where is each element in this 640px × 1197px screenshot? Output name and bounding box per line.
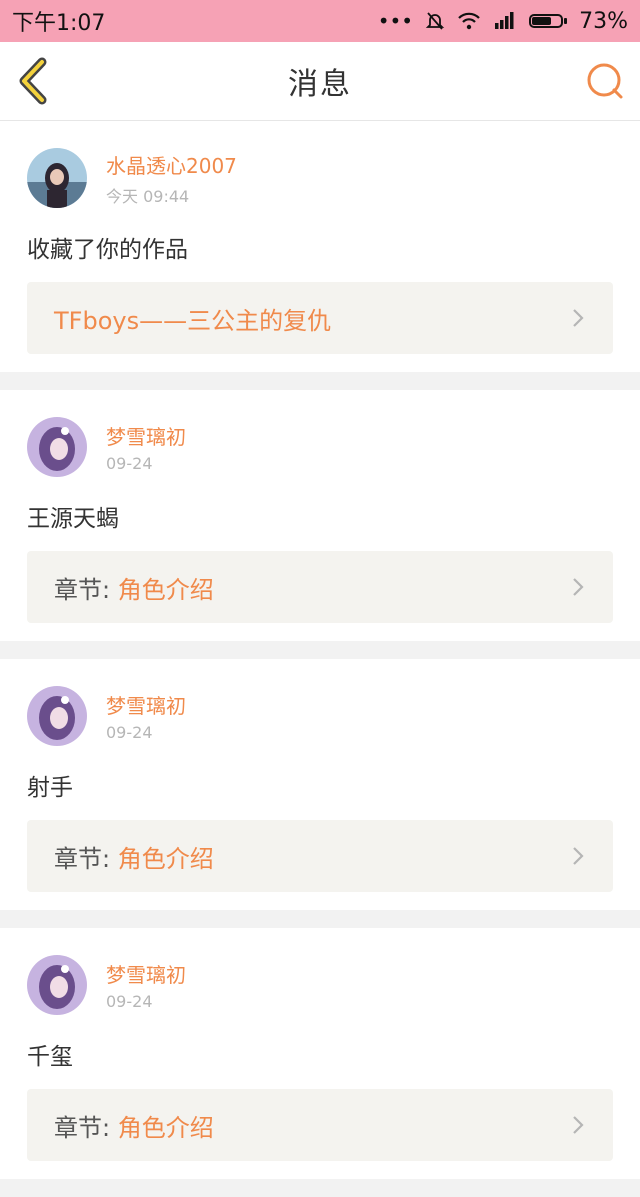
work-prefix: 章节: [54, 1113, 118, 1142]
work-link[interactable]: TFboys——三公主的复仇 [27, 282, 613, 354]
message-time: 09-24 [106, 723, 153, 742]
back-arrow-icon[interactable] [12, 56, 60, 106]
header: 消息 [0, 42, 640, 121]
status-time: 下午1:07 [12, 11, 106, 36]
work-prefix: 章节: [54, 575, 118, 604]
work-link[interactable]: 章节: 角色介绍 [27, 1089, 613, 1161]
user-avatar[interactable] [27, 417, 87, 477]
chevron-right-icon [573, 847, 584, 865]
signal-icon [495, 12, 514, 29]
status-bar: 下午1:07 ••• 73% [0, 0, 640, 42]
message-text: 射手 [27, 775, 73, 801]
bell-off-icon [425, 12, 445, 30]
message-time: 今天 09:44 [106, 186, 190, 206]
work-link[interactable]: 章节: 角色介绍 [27, 551, 613, 623]
page-title: 消息 [288, 67, 352, 102]
message-text: 收藏了你的作品 [27, 237, 188, 263]
work-title: 角色介绍 [117, 575, 214, 604]
username[interactable]: 梦雪璃初 [106, 959, 186, 988]
user-avatar[interactable] [27, 686, 87, 746]
user-avatar[interactable] [27, 148, 87, 208]
chevron-right-icon [573, 309, 584, 327]
message-list: 水晶透心2007 今天 09:44 收藏了你的作品 TFboys——三公主的复仇… [0, 121, 640, 1197]
username[interactable]: 梦雪璃初 [106, 421, 186, 450]
work-prefix: 章节: [54, 844, 118, 873]
message-time: 09-24 [106, 454, 153, 473]
work-title: TFboys——三公主的复仇 [54, 306, 332, 335]
more-dots-icon: ••• [377, 9, 414, 33]
message-card: 梦雪璃初 09-24 射手 章节: 角色介绍 [0, 659, 640, 910]
battery-percent: 73% [579, 8, 628, 34]
message-card: 梦雪璃初 09-24 王源天蝎 章节: 角色介绍 [0, 390, 640, 641]
status-icons: ••• 73% [378, 9, 628, 34]
message-text: 王源天蝎 [27, 506, 119, 532]
chevron-right-icon [573, 578, 584, 596]
username[interactable]: 梦雪璃初 [106, 690, 186, 719]
chevron-right-icon [573, 1116, 584, 1134]
message-time: 09-24 [106, 992, 153, 1011]
work-title: 角色介绍 [117, 1113, 214, 1142]
message-card: 水晶透心2007 今天 09:44 收藏了你的作品 TFboys——三公主的复仇 [0, 121, 640, 372]
battery-icon [529, 14, 568, 28]
message-card: 梦雪璃初 09-24 千玺 章节: 角色介绍 [0, 928, 640, 1179]
work-title: 角色介绍 [117, 844, 214, 873]
wifi-icon [458, 12, 480, 30]
user-avatar[interactable] [27, 955, 87, 1015]
search-icon[interactable] [584, 60, 626, 102]
username[interactable]: 水晶透心2007 [106, 150, 237, 179]
work-link[interactable]: 章节: 角色介绍 [27, 820, 613, 892]
message-text: 千玺 [27, 1044, 73, 1070]
